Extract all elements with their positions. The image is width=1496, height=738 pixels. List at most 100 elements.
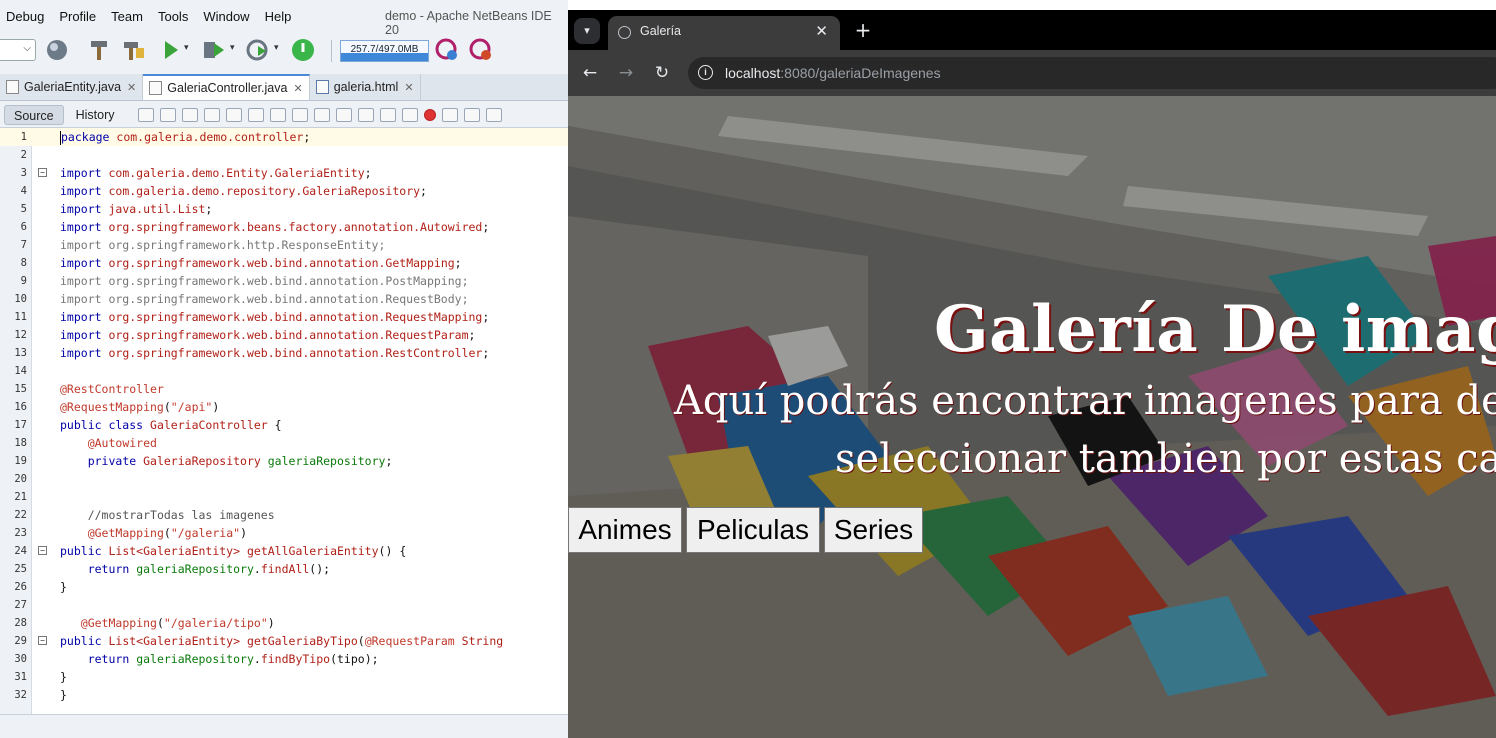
run-icon[interactable]	[162, 39, 180, 61]
back-arrow-icon[interactable]: ←	[578, 61, 602, 85]
snapshot-icon[interactable]	[468, 37, 494, 63]
next-bookmark-icon[interactable]	[335, 107, 352, 122]
shift-left-icon[interactable]	[379, 107, 396, 122]
code-line[interactable]: 27	[0, 596, 568, 614]
toggle-rect-selection-icon[interactable]	[291, 107, 308, 122]
code-line[interactable]: 29 − public List<GaleriaEntity> getGaleria…	[0, 632, 568, 650]
code-line[interactable]: 8 import org.springframework.web.bind.ann…	[0, 254, 568, 272]
code-line[interactable]: 30 return galeriaRepository.findByTipo(t…	[0, 650, 568, 668]
code-line[interactable]: 16 @RequestMapping("/api")	[0, 398, 568, 416]
code-line[interactable]: 31}	[0, 668, 568, 686]
code-line[interactable]: 9 import org.springframework.web.bind.ann…	[0, 272, 568, 290]
close-icon[interactable]: ✕	[815, 22, 828, 40]
code-line[interactable]: 4 import com.galeria.demo.repository.Gale…	[0, 182, 568, 200]
start-macro-icon[interactable]	[423, 108, 436, 121]
shift-right-icon[interactable]	[401, 107, 418, 122]
code-line[interactable]: 28 @GetMapping("/galeria/tipo")	[0, 614, 568, 632]
gc-profiler-icon[interactable]	[434, 37, 460, 63]
code-line[interactable]: 32}	[0, 686, 568, 704]
tab-search-icon[interactable]: ▾	[574, 18, 600, 44]
menu-profile[interactable]: Profile	[59, 9, 96, 24]
code-line[interactable]: 2	[0, 146, 568, 164]
fold-toggle-icon[interactable]: −	[38, 636, 47, 645]
forward-arrow-icon[interactable]: →	[614, 61, 638, 85]
line-number: 25	[14, 563, 27, 575]
back-icon[interactable]	[159, 107, 176, 122]
profile-icon[interactable]	[246, 38, 270, 62]
code-line[interactable]: 10 import org.springframework.web.bind.an…	[0, 290, 568, 308]
toggle-highlight-icon[interactable]	[269, 107, 286, 122]
find-icon[interactable]	[203, 107, 220, 122]
code-text: public List<GaleriaEntity> getGaleriaByT…	[60, 634, 504, 648]
code-line[interactable]: 22 //mostrarTodas las imagenes	[0, 506, 568, 524]
forward-icon[interactable]	[181, 107, 198, 122]
code-line[interactable]: 13 import org.springframework.web.bind.an…	[0, 344, 568, 362]
site-info-icon[interactable]: i	[698, 65, 713, 80]
clean-build-icon[interactable]	[122, 38, 146, 62]
menu-help[interactable]: Help	[265, 9, 292, 24]
tab-galeria-controller[interactable]: GaleriaController.java ✕	[143, 74, 310, 100]
toggle-bookmark-icon[interactable]	[357, 107, 374, 122]
previous-bookmark-icon[interactable]	[313, 107, 330, 122]
debug-icon[interactable]	[202, 39, 226, 61]
series-button[interactable]: Series	[824, 507, 923, 553]
line-number: 26	[14, 581, 27, 593]
code-line[interactable]: 7 import org.springframework.http.Respons…	[0, 236, 568, 254]
code-line[interactable]: 1 package com.galeria.demo.controller;	[0, 128, 568, 146]
history-view-button[interactable]: History	[67, 105, 124, 125]
comment-icon[interactable]	[463, 107, 480, 122]
close-icon[interactable]: ✕	[127, 81, 136, 94]
fold-toggle-icon[interactable]: −	[38, 546, 47, 555]
find-next-icon[interactable]	[247, 107, 264, 122]
uncomment-icon[interactable]	[485, 107, 502, 122]
code-line[interactable]: 5 import java.util.List;	[0, 200, 568, 218]
new-tab-icon[interactable]: +	[850, 18, 876, 42]
find-previous-icon[interactable]	[225, 107, 242, 122]
code-line[interactable]: 23 @GetMapping("/galeria")	[0, 524, 568, 542]
code-line[interactable]: 18 @Autowired	[0, 434, 568, 452]
address-bar[interactable]: i localhost:8080/galeriaDeImagenes	[688, 57, 1496, 89]
tab-galeria-html[interactable]: galeria.html ✕	[310, 74, 421, 100]
reload-icon[interactable]: ↻	[650, 61, 674, 85]
menu-team[interactable]: Team	[111, 9, 143, 24]
animes-button[interactable]: Animes	[568, 507, 682, 553]
close-icon[interactable]: ✕	[293, 82, 302, 95]
code-line[interactable]: 11 import org.springframework.web.bind.an…	[0, 308, 568, 326]
code-line[interactable]: 3 − import com.galeria.demo.Entity.Galeria…	[0, 164, 568, 182]
code-line[interactable]: 25 return galeriaRepository.findAll();	[0, 560, 568, 578]
build-hammer-icon[interactable]	[88, 38, 110, 62]
globe-icon[interactable]	[45, 38, 69, 62]
stop-macro-icon[interactable]	[441, 107, 458, 122]
code-line[interactable]: 19 private GaleriaRepository galeriaRepo…	[0, 452, 568, 470]
close-icon[interactable]: ✕	[404, 81, 413, 94]
source-view-button[interactable]: Source	[4, 104, 64, 125]
code-line[interactable]: 26}	[0, 578, 568, 596]
chevron-down-icon[interactable]: ▾	[230, 43, 235, 53]
menu-window[interactable]: Window	[203, 9, 249, 24]
menu-debug[interactable]: Debug	[6, 9, 44, 24]
code-line[interactable]: 12 import org.springframework.web.bind.an…	[0, 326, 568, 344]
apply-code-changes-icon[interactable]	[290, 37, 316, 63]
fold-toggle-icon[interactable]: −	[38, 168, 47, 177]
code-line[interactable]: 17 public class GaleriaController {	[0, 416, 568, 434]
memory-indicator[interactable]: 257.7/497.0MB	[340, 40, 429, 62]
editor-tabs: GaleriaEntity.java ✕ GaleriaController.j…	[0, 74, 568, 101]
last-edit-icon[interactable]	[137, 107, 154, 122]
line-number: 14	[14, 365, 27, 377]
code-line[interactable]: 14	[0, 362, 568, 380]
menu-tools[interactable]: Tools	[158, 9, 188, 24]
code-line[interactable]: 24 − public List<GaleriaEntity> getAllGale…	[0, 542, 568, 560]
browser-tab-galeria[interactable]: Galería ✕	[608, 16, 840, 50]
code-line[interactable]: 6 import org.springframework.beans.factor…	[0, 218, 568, 236]
chevron-down-icon[interactable]: ▾	[184, 43, 189, 53]
code-line[interactable]: 20	[0, 470, 568, 488]
tab-galeria-entity[interactable]: GaleriaEntity.java ✕	[0, 74, 144, 100]
peliculas-button[interactable]: Peliculas	[686, 507, 820, 553]
code-editor[interactable]: 1 package com.galeria.demo.controller; 2 3−…	[0, 128, 568, 714]
code-line[interactable]: 15 @RestController	[0, 380, 568, 398]
code-line[interactable]: 21	[0, 488, 568, 506]
line-number: 19	[14, 455, 27, 467]
chevron-down-icon[interactable]: ▾	[274, 43, 279, 53]
line-number: 30	[14, 653, 27, 665]
configuration-combo[interactable]: ⌵	[0, 39, 36, 61]
